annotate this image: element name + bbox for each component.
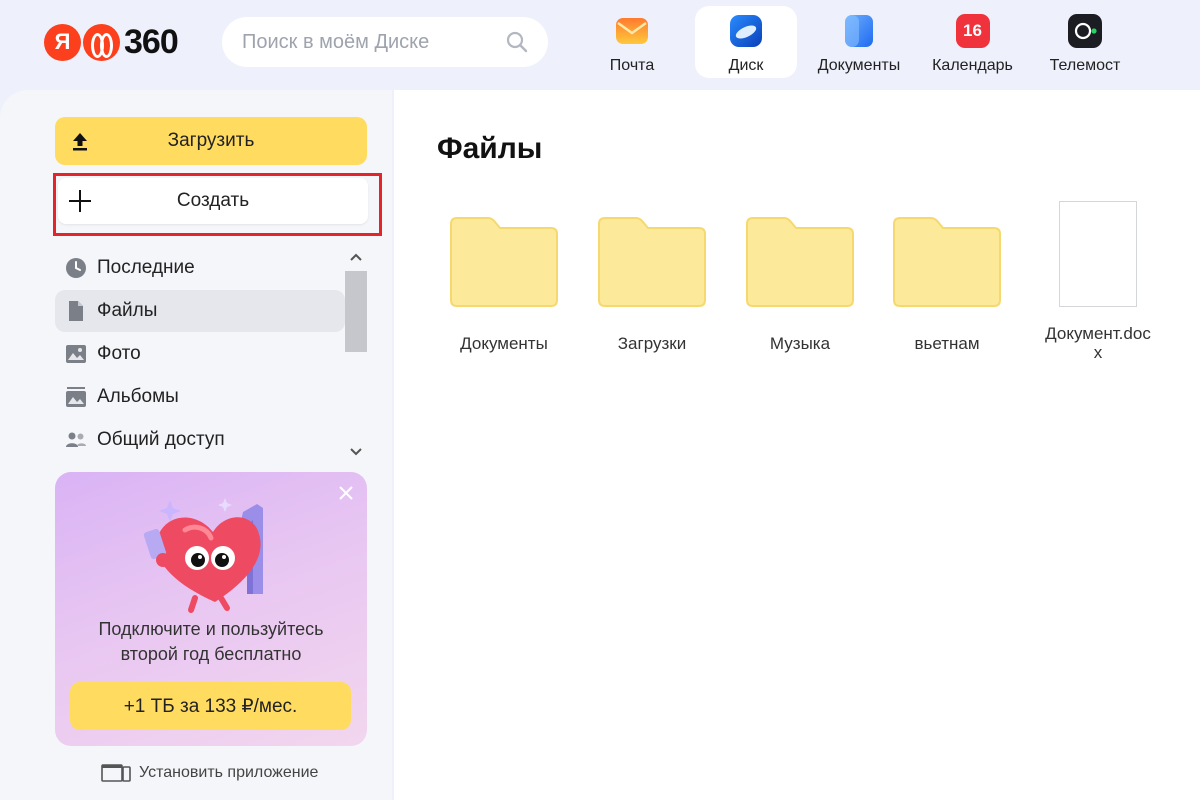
docx-file-icon bbox=[1059, 201, 1137, 307]
promo-text: Подключите и пользуйтесь второй год бесп… bbox=[55, 617, 367, 667]
sidebar-item-photo[interactable]: Фото bbox=[55, 333, 345, 375]
plus-icon bbox=[69, 190, 91, 212]
upload-label: Загрузить bbox=[167, 130, 255, 151]
service-label: Календарь bbox=[932, 57, 1013, 74]
documents-icon bbox=[842, 14, 876, 48]
desktop-app-icon bbox=[101, 764, 131, 782]
mail-icon bbox=[615, 14, 649, 48]
service-calendar[interactable]: 16 Календарь bbox=[925, 6, 1020, 78]
close-icon[interactable] bbox=[337, 484, 355, 502]
file-name: Документ.docx bbox=[1045, 324, 1151, 362]
top-header: Я 360 Поиск в моём Диске Почта Диск Доку… bbox=[0, 0, 1200, 90]
album-icon bbox=[65, 386, 87, 408]
file-name: Документы bbox=[460, 334, 548, 353]
service-label: Диск bbox=[728, 57, 764, 74]
file-icon bbox=[65, 300, 87, 322]
sidebar-item-label: Последние bbox=[97, 257, 195, 278]
folder-icon bbox=[893, 217, 1001, 307]
calendar-icon: 16 bbox=[955, 14, 990, 48]
photo-icon bbox=[65, 343, 87, 365]
disk-icon bbox=[729, 14, 763, 48]
upload-icon bbox=[73, 133, 87, 151]
install-app-link[interactable]: Установить приложение bbox=[101, 762, 318, 784]
page-title: Файлы bbox=[437, 132, 543, 165]
search-icon[interactable] bbox=[506, 31, 528, 53]
telemost-icon bbox=[1068, 14, 1102, 48]
file-name: вьетнам bbox=[914, 334, 980, 353]
service-label: Почта bbox=[609, 57, 655, 74]
file-item-folder[interactable]: вьетнам bbox=[877, 198, 1017, 368]
file-name: Музыка bbox=[769, 334, 831, 353]
file-item-folder[interactable]: Загрузки bbox=[582, 198, 722, 368]
promo-text-line: второй год бесплатно bbox=[120, 644, 302, 664]
file-name: Загрузки bbox=[617, 334, 687, 353]
search-input[interactable]: Поиск в моём Диске bbox=[222, 17, 548, 67]
logo-ya-mark: Я bbox=[44, 23, 81, 61]
service-mail[interactable]: Почта bbox=[592, 6, 672, 78]
heart-mascot-illustration bbox=[143, 498, 263, 613]
scroll-thumb[interactable] bbox=[345, 271, 367, 352]
promo-text-line: Подключите и пользуйтесь bbox=[98, 619, 324, 639]
service-disk[interactable]: Диск bbox=[695, 6, 797, 78]
service-telemost[interactable]: Телемост bbox=[1040, 6, 1130, 78]
logo-circle-mark bbox=[83, 23, 120, 61]
calendar-badge: 16 bbox=[963, 21, 982, 40]
service-label: Документы bbox=[817, 57, 901, 74]
create-label: Создать bbox=[176, 190, 250, 211]
sidebar-item-label: Общий доступ bbox=[97, 429, 225, 450]
file-item-document[interactable]: Документ.docx bbox=[1028, 198, 1168, 368]
sidebar-item-recent[interactable]: Последние bbox=[55, 247, 345, 289]
scroll-down-arrow-icon[interactable] bbox=[345, 442, 367, 462]
file-item-folder[interactable]: Документы bbox=[434, 198, 574, 368]
file-item-folder[interactable]: Музыка bbox=[730, 198, 870, 368]
logo-text: 360 bbox=[124, 22, 179, 61]
service-documents[interactable]: Документы bbox=[810, 6, 908, 78]
yandex-360-logo[interactable]: Я 360 bbox=[44, 22, 179, 62]
folder-icon bbox=[450, 217, 558, 307]
scroll-up-arrow-icon[interactable] bbox=[345, 247, 367, 267]
main-content bbox=[394, 90, 1200, 800]
sidebar-item-files[interactable]: Файлы bbox=[55, 290, 345, 332]
sidebar-nav: Последние Файлы Фото Альбомы Общий досту… bbox=[55, 247, 345, 462]
sidebar-item-label: Альбомы bbox=[97, 386, 179, 407]
promo-card: Подключите и пользуйтесь второй год бесп… bbox=[55, 472, 367, 746]
upload-button[interactable]: Загрузить bbox=[55, 117, 367, 165]
create-button[interactable]: Создать bbox=[58, 178, 368, 224]
promo-subscribe-button[interactable]: +1 ТБ за 133 ₽/мес. bbox=[70, 682, 351, 730]
sidebar-item-label: Файлы bbox=[97, 300, 158, 321]
sidebar-item-label: Фото bbox=[97, 343, 141, 364]
folder-icon bbox=[746, 217, 854, 307]
sidebar-item-albums[interactable]: Альбомы bbox=[55, 376, 345, 418]
install-app-label: Установить приложение bbox=[139, 764, 319, 781]
folder-icon bbox=[598, 217, 706, 307]
clock-icon bbox=[65, 257, 87, 279]
service-label: Телемост bbox=[1049, 57, 1121, 74]
sidebar-scrollbar[interactable] bbox=[345, 247, 367, 462]
sidebar-item-shared[interactable]: Общий доступ bbox=[55, 419, 345, 461]
search-placeholder: Поиск в моём Диске bbox=[242, 30, 430, 53]
people-icon bbox=[65, 429, 87, 451]
